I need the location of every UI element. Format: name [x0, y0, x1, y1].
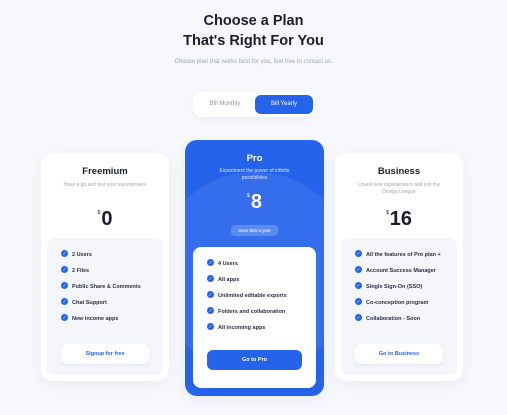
feature-item: ✓ Co-conception program [355, 298, 428, 308]
check-icon: ✓ [61, 282, 68, 290]
feature-item: ✓ All incoming apps [207, 323, 265, 333]
plan-name: Pro [246, 153, 263, 164]
check-icon: ✓ [61, 314, 68, 322]
feature-item: ✓ Collaboration - Soon [355, 314, 420, 324]
check-icon: ✓ [207, 291, 214, 299]
price-amount: 8 [250, 191, 262, 213]
feature-item: ✓ Public Share & Comments [61, 282, 141, 292]
price-amount: 0 [101, 208, 113, 230]
feature-label: All incoming apps [218, 325, 266, 331]
bill-yearly-option[interactable]: Bill Yearly [255, 95, 313, 114]
check-icon: ✓ [207, 323, 214, 331]
check-icon: ✓ [355, 266, 362, 274]
check-icon: ✓ [207, 259, 214, 267]
feature-label: 4 Users [218, 261, 238, 267]
page-title-line-2: That's Right For You [183, 33, 324, 49]
plan-price: $0 [41, 208, 169, 232]
plan-card-pro: Pro Experiment the power of infinite pos… [185, 140, 324, 396]
plan-name: Freemium [82, 166, 128, 177]
check-icon: ✓ [355, 314, 362, 322]
feature-label: All apps [218, 277, 240, 283]
check-icon: ✓ [355, 282, 362, 290]
features-list: ✓ 2 Users ✓ 2 Files ✓ Public Share & Commen… [47, 238, 163, 375]
feature-label: Single Sign-On (SSO) [366, 284, 423, 290]
plan-price: $8 [185, 191, 324, 215]
feature-item: ✓ Single Sign-On (SSO) [355, 282, 422, 292]
feature-item: ✓ Unlimited editable exports [207, 291, 287, 301]
plan-card-freemium: Freemium Have a go and test your superpo… [41, 153, 169, 381]
feature-label: Unlimited editable exports [218, 293, 287, 299]
bill-monthly-option[interactable]: Bill Monthly [196, 95, 254, 114]
plan-description: Experiment the power of infinite possibi… [219, 168, 290, 181]
check-icon: ✓ [207, 275, 214, 283]
feature-item: ✓ 2 Files [61, 266, 89, 276]
feature-label: Collaboration - Soon [366, 316, 421, 322]
currency-symbol: $ [247, 193, 250, 199]
signup-free-button[interactable]: Signup for free [61, 344, 149, 364]
feature-label: Folders and collaboration [218, 309, 286, 315]
features-list: ✓ All the features of Pro plan + ✓ Account… [341, 238, 457, 375]
feature-label: 2 Users [72, 252, 92, 258]
feature-label: Co-conception program [366, 300, 429, 306]
check-icon: ✓ [61, 266, 68, 274]
plan-description: Have a go and test your superpowers [63, 182, 147, 188]
go-to-business-button[interactable]: Go to Business [355, 344, 443, 364]
plan-card-business: Business Unveil new superpowers and join… [335, 153, 463, 381]
check-icon: ✓ [61, 298, 68, 306]
page-title: Choose a Plan [203, 13, 304, 29]
plan-name: Business [377, 166, 421, 177]
feature-label: 2 Files [72, 268, 90, 274]
go-to-pro-button[interactable]: Go to Pro [207, 350, 302, 370]
feature-item: ✓ All the features of Pro plan + [355, 250, 441, 260]
check-icon: ✓ [207, 307, 214, 315]
currency-symbol: $ [97, 210, 101, 216]
feature-item: ✓ New income apps [61, 314, 118, 324]
price-amount: 16 [389, 208, 413, 230]
page-subtitle: Choose plan that works best for you, fee… [174, 59, 333, 65]
feature-item: ✓ Chat Support [61, 298, 107, 308]
feature-label: Account Success Manager [366, 268, 436, 274]
feature-label: All the features of Pro plan + [366, 252, 441, 258]
feature-item: ✓ All apps [207, 275, 239, 285]
savings-badge: Save $50 a year [231, 225, 278, 236]
billing-toggle: Bill Monthly Bill Yearly [193, 92, 315, 117]
plan-description: Unveil new superpowers and join the Desi… [358, 182, 440, 195]
check-icon: ✓ [355, 298, 362, 306]
features-list: ✓ 4 Users ✓ All apps ✓ Unlimited editable e… [193, 247, 316, 388]
feature-label: Public Share & Comments [72, 284, 141, 290]
feature-label: New income apps [72, 316, 119, 322]
feature-item: ✓ 2 Users [61, 250, 92, 260]
currency-symbol: $ [385, 210, 389, 216]
feature-label: Chat Support [72, 300, 107, 306]
feature-item: ✓ 4 Users [207, 259, 238, 269]
check-icon: ✓ [61, 250, 68, 258]
feature-item: ✓ Account Success Manager [355, 266, 436, 276]
plan-price: $16 [335, 208, 463, 232]
check-icon: ✓ [355, 250, 362, 258]
feature-item: ✓ Folders and collaboration [207, 307, 285, 317]
